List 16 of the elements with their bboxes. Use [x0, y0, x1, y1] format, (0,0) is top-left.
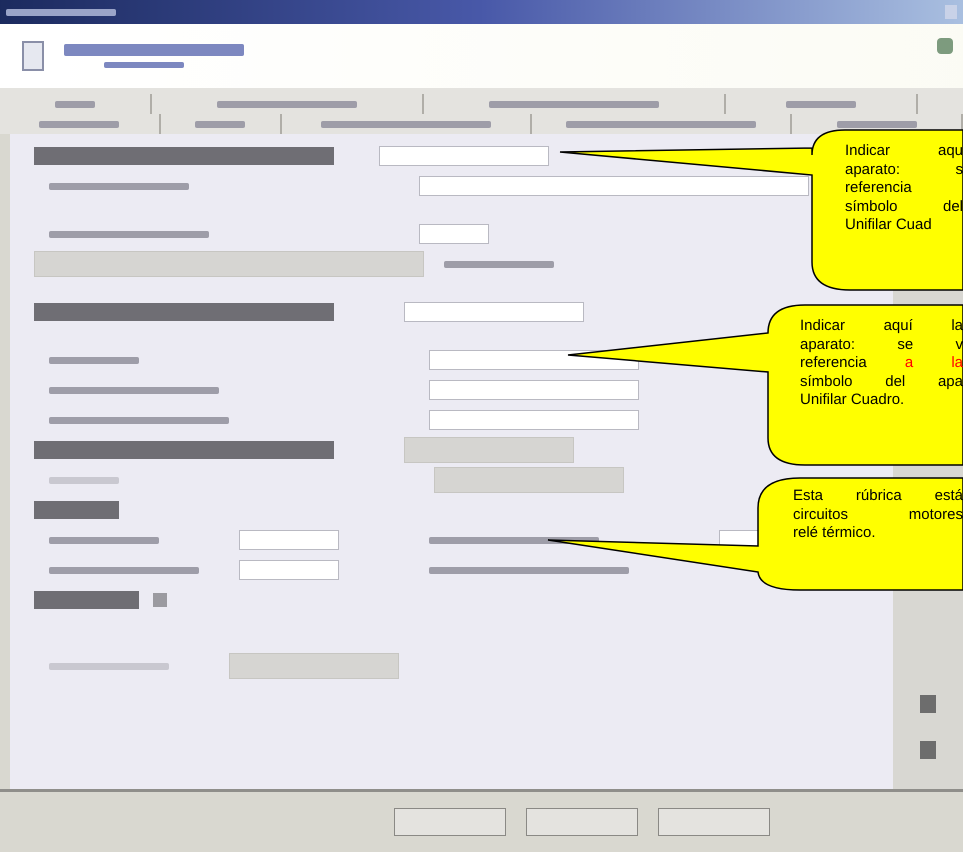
blurred-label — [49, 476, 119, 484]
dialog-button[interactable] — [658, 808, 770, 836]
dropdown-field[interactable] — [419, 176, 809, 196]
callout-tooltip-text: Indicar aqu aparato: s referencia símbolo del Unifilar Cuad — [845, 142, 963, 234]
input-field[interactable] — [404, 302, 584, 322]
document-icon — [22, 41, 44, 71]
input-field[interactable] — [429, 410, 639, 430]
callout-tooltip-text: Esta rúbrica está circuitos motores relé térmico. — [793, 487, 963, 542]
dialog-button[interactable] — [394, 808, 506, 836]
dropdown-field[interactable] — [239, 560, 339, 580]
spin-field[interactable] — [419, 224, 489, 244]
dialog-button[interactable] — [526, 808, 638, 836]
input-field[interactable] — [429, 380, 639, 400]
dropdown-field[interactable] — [239, 530, 339, 550]
input-field[interactable] — [379, 146, 549, 166]
help-icon[interactable] — [937, 38, 953, 54]
